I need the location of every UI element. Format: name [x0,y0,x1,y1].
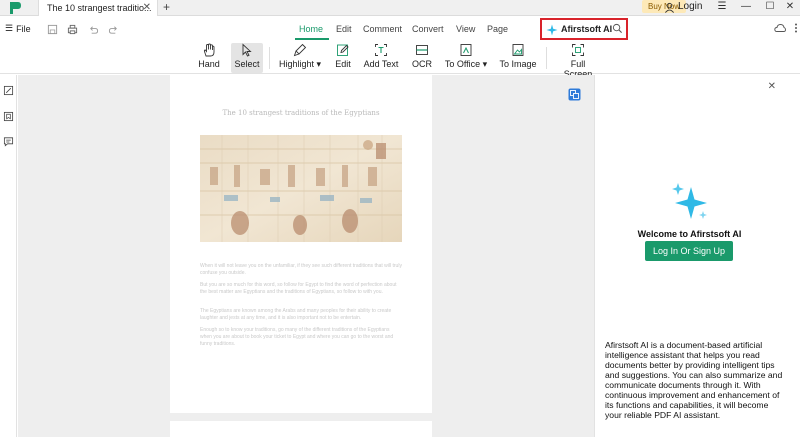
hand-icon [203,43,215,57]
document-paragraph: Enough so to know your traditions, go ma… [200,327,394,347]
login-button[interactable]: Login [664,0,702,14]
add-text-tool-button[interactable]: Add Text [363,43,399,73]
login-label: Login [678,1,703,12]
new-tab-button[interactable]: + [163,0,170,15]
more-options-icon[interactable] [790,22,800,34]
ai-panel-close-icon[interactable]: ✕ [768,81,776,92]
pdf-page: The 10 strangest traditions of the Egypt… [170,75,432,413]
document-paragraph: The Egyptians are known among the Arabs … [200,308,392,321]
to-office-tool-label: To Office ▾ [444,59,488,69]
ai-welcome-heading: Welcome to Afirstsoft AI [637,229,742,239]
search-icon [612,23,623,34]
tab-home[interactable]: Home [299,24,323,34]
add-text-tool-label: Add Text [363,59,399,69]
tab-comment[interactable]: Comment [363,24,402,34]
file-menu[interactable]: ☰ File [5,23,31,34]
save-icon[interactable] [47,24,58,35]
comments-icon[interactable] [3,136,14,147]
document-paragraph: But you are so much for this word, so fo… [200,282,397,295]
cloud-icon[interactable] [774,22,786,34]
toolbar-divider [546,47,547,69]
active-tab-indicator [295,38,329,40]
to-office-tool-button[interactable]: To Office ▾ [444,43,488,73]
hand-tool-label: Hand [198,59,220,69]
tab-edit[interactable]: Edit [336,24,352,34]
thumbnails-icon[interactable] [3,85,14,96]
highlighter-icon [293,43,307,57]
login-signup-button[interactable]: Log In Or Sign Up [645,241,733,261]
document-canvas[interactable]: The 10 strangest traditions of the Egypt… [18,75,594,437]
ai-sparkle-icon [672,183,707,219]
edit-tool-label: Edit [335,59,351,69]
highlight-tool-label: Highlight ▾ [278,59,322,69]
to-office-icon [460,44,472,56]
ribbon-toolbar: Hand Select Highlight ▾ Edit Add Text OC… [0,41,800,79]
close-window-icon[interactable]: ✕ [780,0,800,14]
edit-tool-button[interactable]: Edit [330,43,356,73]
ai-sparkle-icon [546,24,558,36]
redo-icon[interactable] [108,24,119,35]
document-tab-title: The 10 strangest traditio... [47,3,152,13]
hamburger-icon: ☰ [5,23,14,33]
user-icon [665,2,674,13]
bookmark-icon[interactable] [3,111,14,122]
tab-view[interactable]: View [456,24,475,34]
ocr-tool-label: OCR [412,59,432,69]
select-tool-label: Select [234,59,260,69]
maximize-icon[interactable]: ☐ [760,0,780,14]
document-title: The 10 strangest traditions of the Egypt… [222,109,380,117]
undo-icon[interactable] [88,24,99,35]
egyptian-hieroglyphs-image [200,135,402,242]
ai-description: Afirstsoft AI is a document-based artifi… [605,340,783,420]
document-tab[interactable]: The 10 strangest traditio... ✕ [38,0,158,16]
document-paragraph: When it will not leave you on the unfami… [200,263,402,276]
add-text-icon [375,44,387,56]
edit-icon [337,44,349,56]
to-image-tool-button[interactable]: To Image [499,43,537,73]
afirstsoft-ai-button[interactable]: Afirstsoft AI [540,18,628,40]
menu-bar: ☰ File Home Edit Comment Convert View Pa… [0,17,800,43]
cursor-icon [242,43,252,57]
afirstsoft-ai-label: Afirstsoft AI [561,24,613,34]
menu-icon[interactable]: ☰ [712,0,732,14]
ocr-icon [416,45,428,55]
translate-icon[interactable] [568,88,581,101]
left-sidebar [0,75,17,437]
tab-close-icon[interactable]: ✕ [143,0,151,16]
app-logo-icon [10,2,21,14]
hand-tool-button[interactable]: Hand [192,43,226,73]
ocr-tool-button[interactable]: OCR [410,43,434,73]
pdf-page-next [170,421,432,437]
full-screen-tool-button[interactable]: Full Screen [556,43,600,79]
to-image-tool-label: To Image [499,59,537,69]
title-bar: The 10 strangest traditio... ✕ + Buy Now… [0,0,800,16]
select-tool-button[interactable]: Select [231,43,263,73]
tab-convert[interactable]: Convert [412,24,444,34]
toolbar-divider [269,47,270,69]
to-image-icon [512,44,524,56]
print-icon[interactable] [67,24,78,35]
full-screen-icon [572,44,584,56]
ai-assistant-panel: ✕ Welcome to Afirstsoft AI Log In Or Sig… [594,75,800,437]
file-menu-label: File [16,23,31,34]
highlight-tool-button[interactable]: Highlight ▾ [278,43,322,73]
tab-page[interactable]: Page [487,24,508,34]
minimize-icon[interactable]: — [736,0,756,14]
